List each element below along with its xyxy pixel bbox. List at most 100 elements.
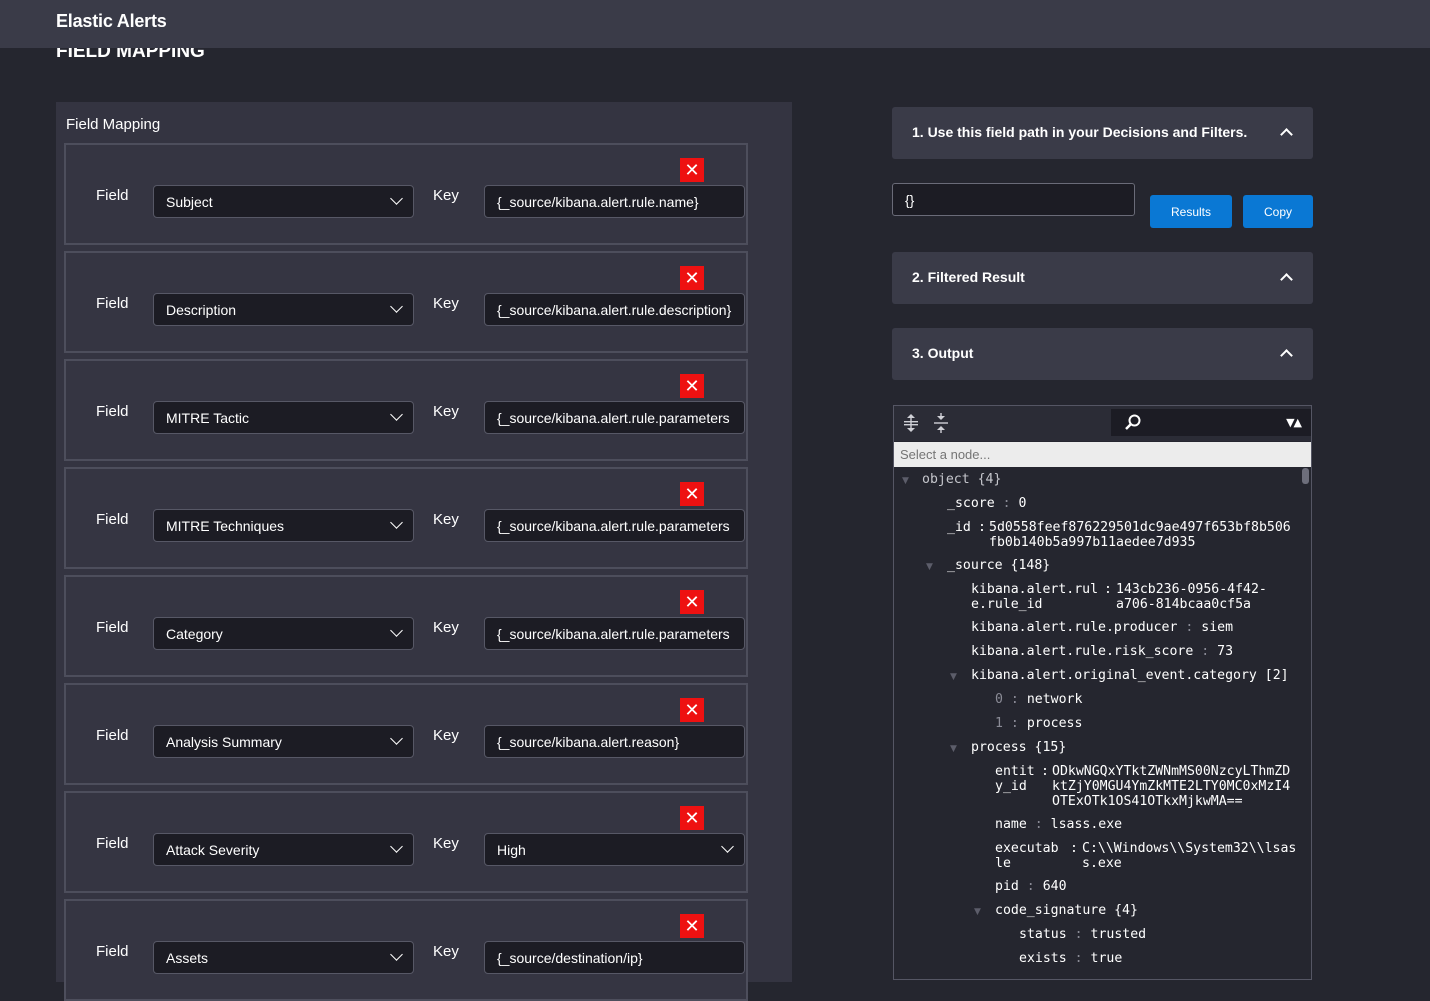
- field-label: Field: [96, 403, 129, 420]
- delete-row-button[interactable]: ✕: [680, 698, 704, 722]
- close-icon: ✕: [684, 915, 700, 937]
- tree-node-code-signature[interactable]: ▼ code_signature {4}: [974, 903, 1138, 918]
- chevron-up-icon: [1280, 349, 1293, 362]
- key-value: {_source/kibana.alert.rule.parameters: [497, 626, 730, 642]
- chevron-down-icon: [390, 192, 403, 205]
- close-icon: ✕: [684, 807, 700, 829]
- chevron-down-icon: [390, 624, 403, 637]
- field-mapping-row: ✕ Field MITRE Techniques Key {_source/kibana…: [64, 467, 748, 569]
- expand-all-icon[interactable]: [901, 412, 921, 434]
- key-label: Key: [433, 619, 459, 636]
- delete-row-button[interactable]: ✕: [680, 482, 704, 506]
- field-mapping-row: ✕ Field Subject Key {_source/kibana.alert.ru…: [64, 143, 748, 245]
- tree-value: ODkwNGQxYTktZWNmMS00NzcyLThmZD ktZjY0MGU…: [1052, 764, 1291, 809]
- accordion-field-path[interactable]: 1. Use this field path in your Decisions…: [892, 107, 1313, 159]
- results-button[interactable]: Results: [1150, 195, 1232, 228]
- close-icon: ✕: [684, 483, 700, 505]
- tree-row[interactable]: _score : 0: [947, 496, 1026, 511]
- field-select[interactable]: Attack Severity: [153, 833, 414, 866]
- tree-row[interactable]: kibana.alert.rule.producer : siem: [971, 620, 1233, 635]
- tree-separator: :: [1104, 582, 1112, 597]
- field-select[interactable]: MITRE Tactic: [153, 401, 414, 434]
- chevron-down-icon: [390, 948, 403, 961]
- tree-key: executab le: [995, 841, 1059, 871]
- key-value: {_source/destination/ip}: [497, 950, 643, 966]
- expand-triangle-icon[interactable]: ▼: [902, 474, 909, 489]
- delete-row-button[interactable]: ✕: [680, 914, 704, 938]
- key-value: High: [497, 842, 526, 858]
- field-select-value: Assets: [166, 950, 209, 966]
- key-input[interactable]: {_source/kibana.alert.reason}: [484, 725, 745, 758]
- tree-row[interactable]: status : trusted: [1019, 927, 1146, 942]
- key-input[interactable]: {_source/kibana.alert.rule.parameters: [484, 401, 745, 434]
- json-search-field[interactable]: ▼▲: [1111, 409, 1311, 436]
- tree-node-process[interactable]: ▼ process {15}: [950, 740, 1066, 755]
- field-select[interactable]: Analysis Summary: [153, 725, 414, 758]
- field-select-value: Subject: [166, 194, 213, 210]
- tree-key: entit y_id: [995, 764, 1035, 794]
- key-input[interactable]: {_source/kibana.alert.rule.parameters: [484, 509, 745, 542]
- tree-value: 5d0558feef876229501dc9ae497f653bf8b506 f…: [989, 520, 1291, 550]
- tree-row[interactable]: 1 : process: [995, 716, 1082, 731]
- key-value: {_source/kibana.alert.reason}: [497, 734, 680, 750]
- chevron-down-icon: [390, 840, 403, 853]
- key-input[interactable]: {_source/kibana.alert.rule.description}: [484, 293, 745, 326]
- tree-node-source[interactable]: ▼ _source {148}: [926, 558, 1050, 573]
- key-label: Key: [433, 943, 459, 960]
- close-icon: ✕: [684, 159, 700, 181]
- chevron-down-icon: [390, 732, 403, 745]
- key-value: {_source/kibana.alert.rule.parameters: [497, 518, 730, 534]
- field-mapping-row: ✕ Field Description Key {_source/kibana.aler…: [64, 251, 748, 353]
- field-select[interactable]: Assets: [153, 941, 414, 974]
- search-icon[interactable]: [1123, 413, 1143, 433]
- node-select-input[interactable]: [894, 442, 1311, 467]
- field-mapping-label: Field Mapping: [66, 116, 161, 133]
- key-input[interactable]: {_source/destination/ip}: [484, 941, 745, 974]
- key-input[interactable]: {_source/kibana.alert.rule.parameters: [484, 617, 745, 650]
- field-mapping-row: ✕ Field Assets Key {_source/destination/ip}: [64, 899, 748, 1001]
- tree-node-root[interactable]: ▼ object {4}: [902, 472, 1001, 487]
- tree-key: kibana.alert.rul e.rule_id: [971, 582, 1099, 612]
- tree-value: C:\\Windows\\System32\\lsas s.exe: [1082, 841, 1297, 871]
- field-select[interactable]: MITRE Techniques: [153, 509, 414, 542]
- field-label: Field: [96, 835, 129, 852]
- chevron-down-icon: [390, 516, 403, 529]
- field-select[interactable]: Category: [153, 617, 414, 650]
- expand-triangle-icon[interactable]: ▼: [974, 905, 981, 920]
- tree-row[interactable]: name : lsass.exe: [995, 817, 1122, 832]
- collapse-all-icon[interactable]: [931, 412, 951, 434]
- expand-triangle-icon[interactable]: ▼: [926, 560, 933, 575]
- delete-row-button[interactable]: ✕: [680, 266, 704, 290]
- close-icon: ✕: [684, 267, 700, 289]
- delete-row-button[interactable]: ✕: [680, 806, 704, 830]
- copy-button[interactable]: Copy: [1243, 195, 1313, 228]
- expand-triangle-icon[interactable]: ▼: [950, 670, 957, 685]
- field-label: Field: [96, 295, 129, 312]
- delete-row-button[interactable]: ✕: [680, 374, 704, 398]
- tree-row[interactable]: 0 : network: [995, 692, 1082, 707]
- field-select-value: MITRE Techniques: [166, 518, 285, 534]
- delete-row-button[interactable]: ✕: [680, 590, 704, 614]
- json-viewer: ▼▲ ▼object {4} _score : 0 _id : 5d0558fe…: [893, 405, 1312, 980]
- field-select[interactable]: Subject: [153, 185, 414, 218]
- tree-separator: :: [978, 520, 986, 535]
- scrollbar[interactable]: [1302, 468, 1309, 484]
- key-select[interactable]: High: [484, 833, 745, 866]
- field-select[interactable]: Description: [153, 293, 414, 326]
- accordion-output[interactable]: 3. Output: [892, 328, 1313, 380]
- key-input[interactable]: {_source/kibana.alert.rule.name}: [484, 185, 745, 218]
- field-mapping-row: ✕ Field Category Key {_source/kibana.alert.r…: [64, 575, 748, 677]
- key-label: Key: [433, 727, 459, 744]
- expand-triangle-icon[interactable]: ▼: [950, 742, 957, 757]
- key-label: Key: [433, 835, 459, 852]
- tree-row[interactable]: exists : true: [1019, 951, 1122, 966]
- tree-node-category[interactable]: ▼ kibana.alert.original_event.category [2…: [950, 668, 1289, 683]
- accordion-filtered-result[interactable]: 2. Filtered Result: [892, 252, 1313, 304]
- tree-row[interactable]: kibana.alert.rule.risk_score : 73: [971, 644, 1233, 659]
- search-nav-icon[interactable]: ▼▲: [1286, 416, 1302, 429]
- field-path-input[interactable]: [892, 183, 1135, 216]
- chevron-down-icon: [721, 840, 734, 853]
- key-value: {_source/kibana.alert.rule.parameters: [497, 410, 730, 426]
- tree-row[interactable]: pid : 640: [995, 879, 1067, 894]
- delete-row-button[interactable]: ✕: [680, 158, 704, 182]
